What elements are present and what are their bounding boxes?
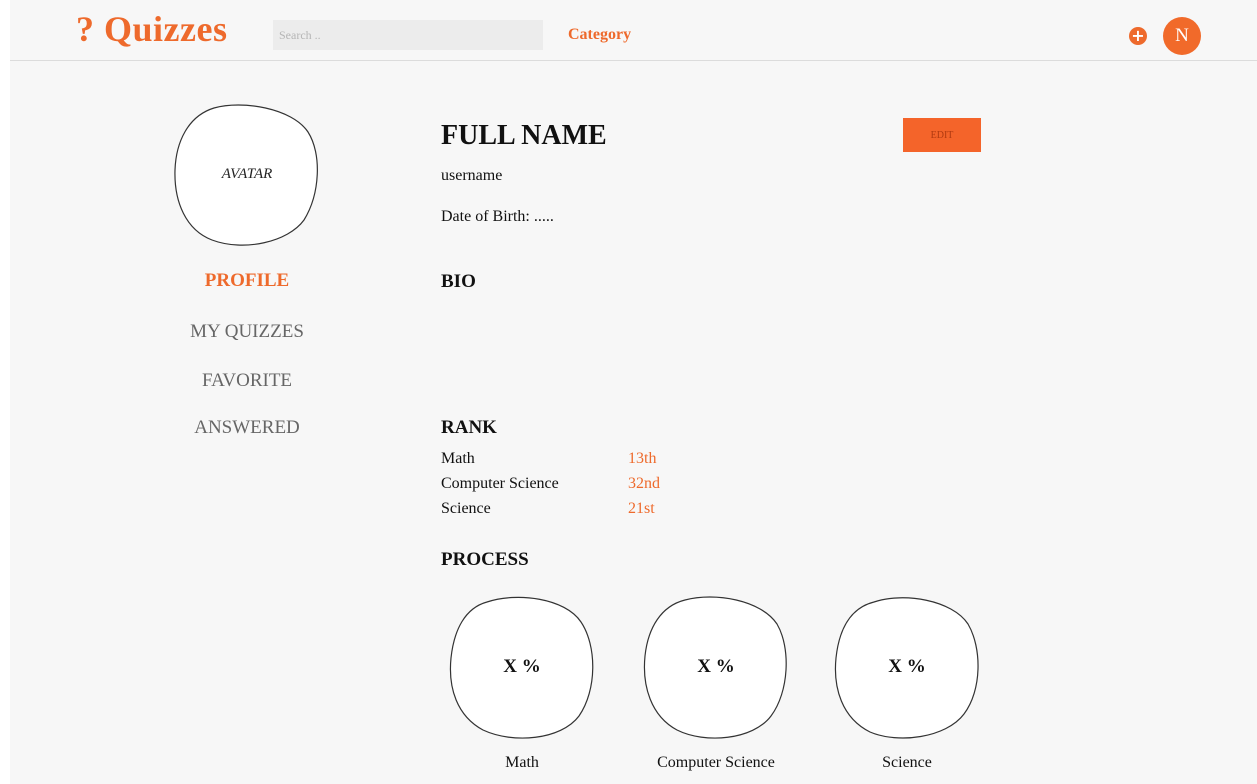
edit-profile-button[interactable]: EDIT [903, 118, 981, 152]
sidebar-item-my-quizzes[interactable]: MY QUIZZES [147, 321, 347, 343]
top-bar: ? Quizzes Category + N [10, 0, 1257, 61]
progress-circle-computer-science[interactable]: X % Computer Science [641, 594, 791, 784]
progress-value: X % [697, 656, 735, 677]
rank-subject: Math [441, 450, 475, 467]
username-text: username [441, 167, 503, 184]
date-of-birth-text: Date of Birth: ..... [441, 208, 554, 225]
user-avatar-button[interactable]: N [1163, 17, 1201, 55]
rank-value: 21st [628, 500, 655, 517]
full-name-heading: FULL NAME [441, 120, 607, 151]
progress-value: X % [503, 656, 541, 677]
rank-subject: Computer Science [441, 475, 559, 492]
search-input[interactable] [273, 20, 543, 50]
category-menu[interactable]: Category [568, 26, 631, 44]
avatar-label: AVATAR [221, 166, 273, 182]
process-heading: PROCESS [441, 549, 529, 570]
app-logo[interactable]: ? Quizzes [76, 8, 227, 50]
rank-value: 32nd [628, 475, 660, 492]
progress-circle-math[interactable]: X % Math [447, 594, 597, 784]
sidebar-item-profile[interactable]: PROFILE [147, 270, 347, 292]
profile-avatar: AVATAR [172, 102, 322, 250]
progress-label: Math [505, 754, 539, 771]
rank-value: 13th [628, 450, 657, 467]
sidebar-item-answered[interactable]: ANSWERED [147, 417, 347, 439]
sidebar-item-favorite[interactable]: FAVORITE [147, 370, 347, 392]
page: ? Quizzes Category + N AVATAR PROFILE MY… [10, 0, 1257, 784]
progress-circle-science[interactable]: X % Science [832, 594, 982, 784]
rank-heading: RANK [441, 417, 497, 438]
rank-subject: Science [441, 500, 491, 517]
bio-heading: BIO [441, 271, 476, 292]
progress-label: Science [882, 754, 932, 771]
progress-value: X % [888, 656, 926, 677]
add-quiz-icon[interactable]: + [1129, 27, 1147, 45]
progress-label: Computer Science [657, 754, 775, 771]
